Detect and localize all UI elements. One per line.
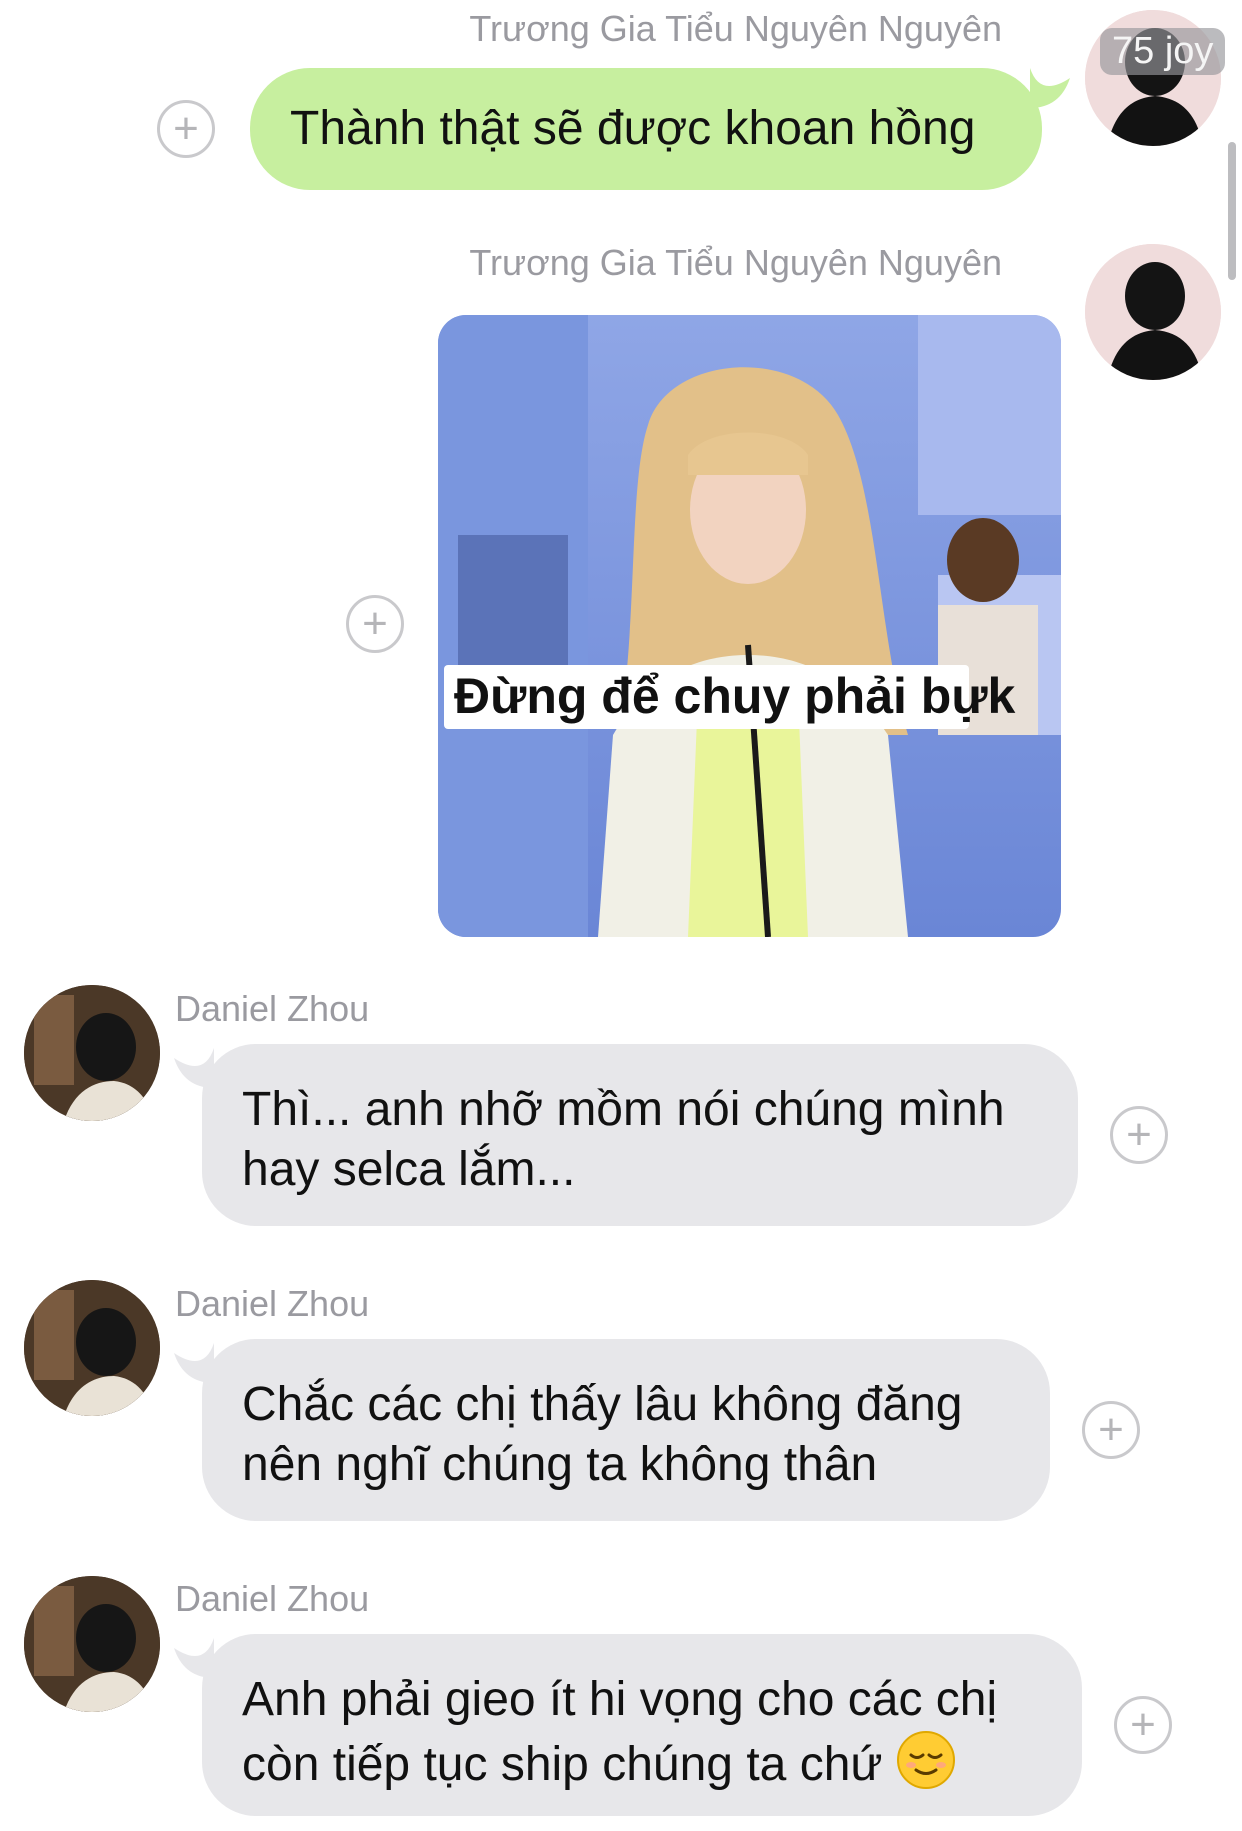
avatar[interactable] — [24, 985, 160, 1121]
relieved-face-emoji-icon — [896, 1731, 955, 1789]
add-reaction-button[interactable]: + — [1110, 1106, 1168, 1164]
sticker-image[interactable]: Đừng để chuy phải bựk — [438, 315, 1061, 937]
message-text-line: Anh phải gieo ít hi vọng cho các chị — [242, 1673, 998, 1726]
sender-name: Daniel Zhou — [175, 1283, 370, 1324]
message-text: Thành thật sẽ được khoan hồng — [290, 102, 976, 155]
add-reaction-button[interactable]: + — [157, 100, 215, 158]
sticker-caption: Đừng để chuy phải bựk — [454, 668, 1016, 724]
message-bubble-incoming[interactable]: Anh phải gieo ít hi vọng cho các chị còn… — [202, 1634, 1082, 1816]
add-reaction-button[interactable]: + — [1114, 1696, 1172, 1754]
message-text-line: Thì... anh nhỡ mồm nói chúng mình — [242, 1083, 1005, 1136]
message-bubble-outgoing[interactable]: Thành thật sẽ được khoan hồng — [250, 68, 1042, 190]
message-bubble-incoming[interactable]: Thì... anh nhỡ mồm nói chúng mình hay se… — [202, 1044, 1078, 1226]
plus-icon: + — [1126, 1110, 1152, 1159]
plus-icon: + — [1130, 1700, 1156, 1749]
message-bubble-incoming[interactable]: Chắc các chị thấy lâu không đăng nên ngh… — [202, 1339, 1050, 1521]
message-text-line-with-emoji: còn tiếp tục ship chúng ta chứ — [242, 1730, 1042, 1795]
sticker-photo — [438, 315, 1061, 937]
sender-name: Trương Gia Tiểu Nguyên Nguyên — [469, 8, 1002, 49]
message-text-line: nên nghĩ chúng ta không thân — [242, 1438, 878, 1491]
sender-name: Trương Gia Tiểu Nguyên Nguyên — [469, 242, 1002, 283]
plus-icon: + — [173, 104, 199, 153]
plus-icon: + — [1098, 1405, 1124, 1454]
avatar[interactable] — [1085, 244, 1221, 380]
scrollbar[interactable] — [1228, 142, 1236, 280]
message-text-line: hay selca lắm... — [242, 1143, 576, 1196]
avatar[interactable] — [24, 1280, 160, 1416]
bubble-tail-icon — [1030, 68, 1070, 108]
message-text-line: còn tiếp tục ship chúng ta chứ — [242, 1738, 883, 1791]
avatar-photo — [1085, 244, 1221, 380]
avatar-photo — [24, 985, 160, 1121]
plus-icon: + — [362, 599, 388, 648]
avatar-photo — [24, 1280, 160, 1416]
sender-name: Daniel Zhou — [175, 1578, 370, 1619]
avatar-photo — [24, 1576, 160, 1712]
watermark-badge: 75 joy — [1100, 28, 1226, 75]
message-text-line: Chắc các chị thấy lâu không đăng — [242, 1378, 963, 1431]
sender-name: Daniel Zhou — [175, 988, 370, 1029]
avatar[interactable] — [24, 1576, 160, 1712]
add-reaction-button[interactable]: + — [346, 595, 404, 653]
add-reaction-button[interactable]: + — [1082, 1401, 1140, 1459]
